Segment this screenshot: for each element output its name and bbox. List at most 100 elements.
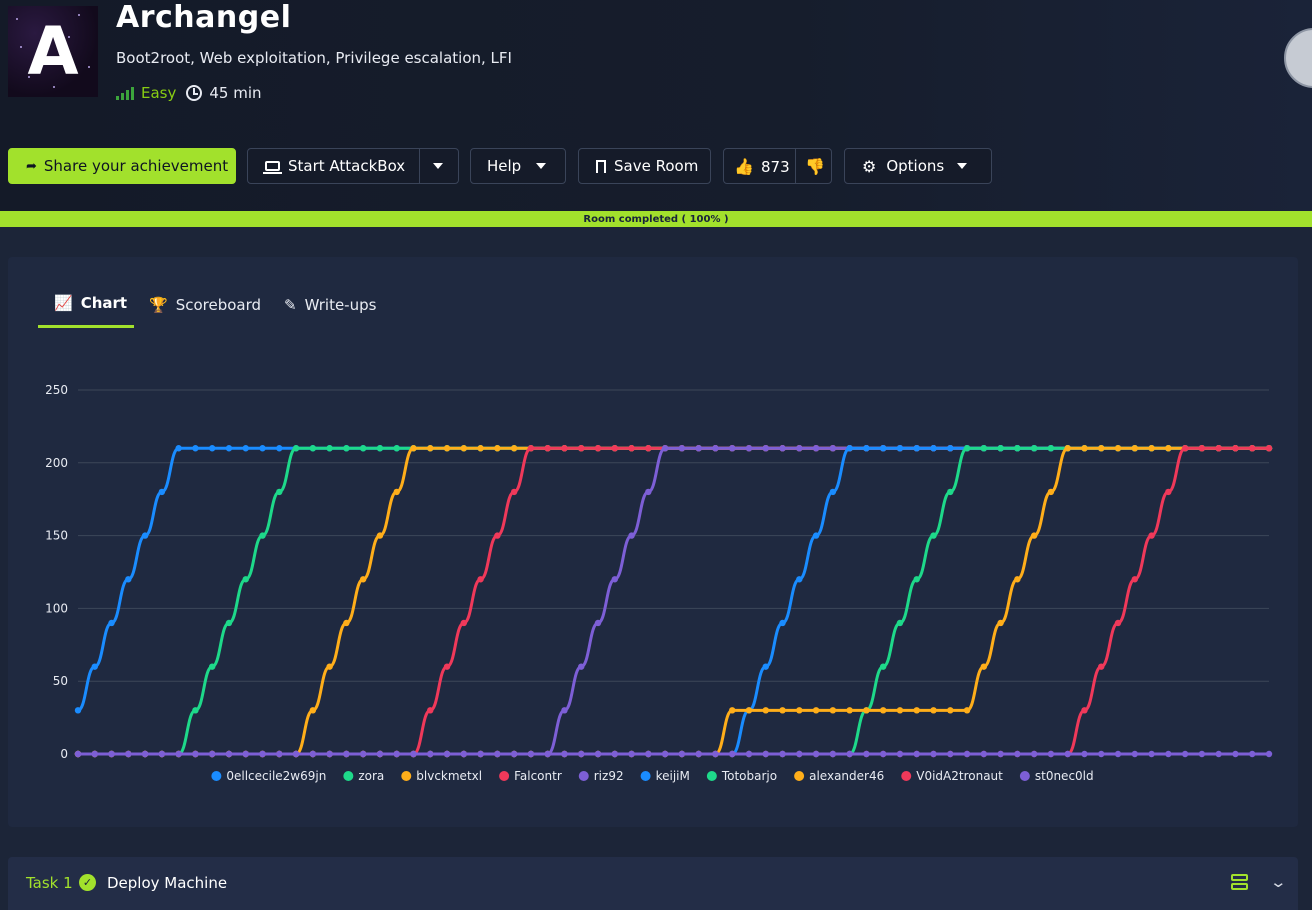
series-line [78,446,1269,756]
data-point [1014,445,1021,452]
legend-label: Falcontr [514,769,562,783]
legend-marker [499,771,510,781]
data-point [91,750,98,758]
data-point [141,532,149,539]
data-point [645,445,652,452]
data-point [930,707,937,714]
data-point [276,445,283,452]
data-point [1047,750,1055,758]
data-point [846,707,853,714]
data-point [1148,750,1155,758]
legend-marker [640,771,651,781]
data-point [980,663,988,670]
data-point [796,707,803,714]
data-point [192,750,199,758]
data-point [359,750,367,758]
data-point [309,750,317,758]
legend-marker [901,771,912,781]
series-line [77,446,1269,712]
data-point [510,488,518,496]
data-point [896,707,904,714]
room-meta: Easy 45 min [116,84,262,102]
data-point [443,663,451,670]
difficulty-bars-icon [116,86,134,100]
data-point [1030,750,1038,758]
data-point [712,750,719,758]
data-point [863,707,870,714]
data-point [1114,445,1122,452]
data-point [510,750,518,758]
data-point [762,445,769,452]
options-label: Options [886,157,945,175]
data-point [309,445,317,452]
data-point [1014,750,1021,758]
data-point [829,488,837,496]
legend-label: alexander46 [809,769,884,783]
data-point [1081,445,1088,452]
data-point [1047,488,1055,496]
data-point [594,750,602,758]
data-point [175,445,182,452]
data-point [276,750,283,758]
help-label: Help [487,157,522,175]
options-button[interactable]: ⚙ Options [844,148,992,184]
data-point [913,445,920,452]
data-point [544,445,551,452]
room-logo: A [8,6,98,97]
task-header[interactable]: Task 1 ✓ Deploy Machine ⌄ [8,857,1298,910]
data-point [611,750,618,758]
difficulty: Easy [116,84,176,102]
data-point [393,445,400,452]
data-point [1030,445,1038,452]
data-point [460,445,468,452]
data-point [74,707,82,714]
data-point [326,750,333,758]
series-line [78,446,1269,756]
data-point [1265,750,1273,758]
data-point [108,619,115,627]
data-point [729,750,736,758]
data-point [695,445,702,452]
data-point [1215,750,1222,758]
data-point [477,750,484,758]
data-point [1114,619,1122,627]
data-point [745,750,753,758]
help-button[interactable]: Help [470,148,566,184]
data-point [477,445,484,452]
share-achievement-button[interactable]: ➦ Share your achievement [8,148,236,184]
duration: 45 min [186,84,262,102]
series-line [78,446,1269,756]
series-line [78,446,1269,756]
server-icon[interactable] [1231,874,1248,891]
data-point [997,750,1004,758]
data-point [1014,576,1021,583]
data-point [1030,532,1038,539]
room-logo-letter: A [27,13,79,90]
data-point [846,445,853,452]
thumbs-down-icon[interactable]: 👎 [805,157,825,176]
gear-icon: ⚙ [862,156,877,176]
data-point [1148,532,1155,539]
data-point [225,445,233,452]
data-point [477,576,484,583]
chevron-down-icon[interactable] [433,163,443,169]
save-room-button[interactable]: Save Room [578,148,711,184]
data-point [343,445,350,452]
thumbs-up-icon[interactable]: 👍 [734,157,754,176]
data-point [578,750,585,758]
data-point [947,707,954,714]
y-tick-label: 50 [53,674,68,688]
chevron-down-icon[interactable]: ⌄ [1269,873,1287,891]
task-number: Task 1 [26,874,73,892]
data-point [779,619,786,627]
check-icon: ✓ [79,874,96,891]
data-point [1165,750,1172,758]
data-point [1181,750,1189,758]
data-point [259,750,266,758]
start-attackbox-button[interactable]: Start AttackBox [247,148,459,184]
data-point [829,750,837,758]
data-point [527,750,535,758]
data-point [510,445,518,452]
data-point [896,619,904,627]
data-point [997,619,1004,627]
